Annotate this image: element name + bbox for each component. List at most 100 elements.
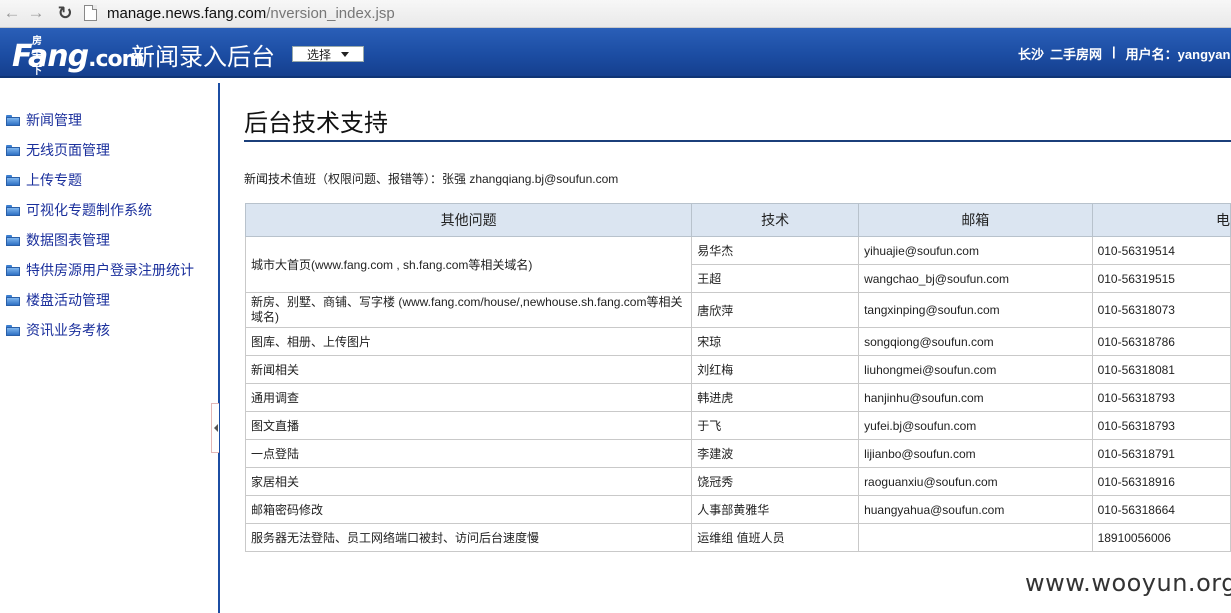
city-link[interactable]: 长沙 <box>1018 44 1044 63</box>
folder-icon <box>6 144 20 156</box>
tech-cell: 运维组 值班人员 <box>691 523 860 552</box>
column-header: 邮箱 <box>858 203 1093 237</box>
table-row: 新房、别墅、商铺、写字楼 (www.fang.com/house/,newhou… <box>244 292 1231 328</box>
sidebar-item-charts[interactable]: 数据图表管理 <box>6 230 110 250</box>
folder-icon <box>6 114 20 126</box>
email-cell: tangxinping@soufun.com <box>858 292 1093 328</box>
chevron-down-icon <box>341 51 349 57</box>
sidebar-item-wireless[interactable]: 无线页面管理 <box>6 140 110 160</box>
email-cell <box>858 523 1093 552</box>
table-row: 图文直播 于飞 yufei.bj@soufun.com 010-56318793 <box>244 411 1231 440</box>
sidebar-item-label: 新闻管理 <box>26 112 82 128</box>
issue-cell: 家居相关 <box>244 467 693 496</box>
duty-contact: 新闻技术值班（权限问题、报错等）：张强 zhangqiang.bj@soufun… <box>244 172 619 186</box>
title-divider <box>244 140 1231 142</box>
user-label: 用户名：yangyan <box>1125 47 1231 62</box>
tech-cell: 人事部黄雅华 <box>691 495 860 524</box>
url-path: /nversion_index.jsp <box>266 4 395 22</box>
folder-icon <box>6 264 20 276</box>
logo-main-text: Fang.com <box>12 39 145 74</box>
folder-icon <box>6 234 20 246</box>
column-header: 其他问题 <box>244 203 693 237</box>
table-header-row: 其他问题 技术 邮箱 电 <box>244 203 1231 237</box>
phone-cell: 010-56319514 <box>1091 236 1231 265</box>
folder-icon <box>6 174 20 186</box>
folder-icon <box>6 324 20 336</box>
sidebar-item-label: 可视化专题制作系统 <box>26 202 152 218</box>
watermark: www.wooyun.org <box>1025 569 1231 597</box>
table-row: 邮箱密码修改 人事部黄雅华 huangyahua@soufun.com 010-… <box>244 495 1231 524</box>
phone-cell: 010-56318791 <box>1091 439 1231 468</box>
page-icon <box>84 5 97 21</box>
sidebar-item-visual-topic[interactable]: 可视化专题制作系统 <box>6 200 152 220</box>
header-user-info: 长沙 二手房网 | 用户名：yangyan <box>1018 44 1230 63</box>
sidebar-item-property-events[interactable]: 楼盘活动管理 <box>6 290 110 310</box>
sidebar-item-label: 无线页面管理 <box>26 142 110 158</box>
issue-cell: 通用调查 <box>244 383 693 412</box>
header-title: 新闻录入后台 <box>131 43 275 71</box>
table-row: 家居相关 饶冠秀 raoguanxiu@soufun.com 010-56318… <box>244 467 1231 496</box>
tech-cell: 饶冠秀 <box>691 467 860 496</box>
phone-cell: 010-56318786 <box>1091 327 1231 356</box>
issue-cell: 图文直播 <box>244 411 693 440</box>
channel-link[interactable]: 二手房网 <box>1050 44 1102 63</box>
email-cell: liuhongmei@soufun.com <box>858 355 1093 384</box>
email-cell: lijianbo@soufun.com <box>858 439 1093 468</box>
tech-cell: 唐欣萍 <box>691 292 860 328</box>
sidebar-item-upload-topic[interactable]: 上传专题 <box>6 170 82 190</box>
email-cell: songqiong@soufun.com <box>858 327 1093 356</box>
table-row: 城市大首页(www.fang.com , sh.fang.com等相关域名) 易… <box>244 236 1231 293</box>
browser-toolbar: ← → ↻ manage.news.fang.com/nversion_inde… <box>0 0 1231 28</box>
phone-cell: 010-56318793 <box>1091 383 1231 412</box>
sidebar-item-assessment[interactable]: 资讯业务考核 <box>6 320 110 340</box>
sidebar-item-label: 资讯业务考核 <box>26 322 110 338</box>
sidebar-item-user-stats[interactable]: 特供房源用户登录注册统计 <box>6 260 194 280</box>
email-cell: yufei.bj@soufun.com <box>858 411 1093 440</box>
select-label: 选择 <box>306 47 331 62</box>
phone-cell: 010-56318073 <box>1091 292 1231 328</box>
tech-cell: 韩进虎 <box>691 383 860 412</box>
sidebar-item-label: 上传专题 <box>26 172 82 188</box>
forward-arrow-icon[interactable]: → <box>26 3 46 23</box>
sidebar-item-news[interactable]: 新闻管理 <box>6 110 82 130</box>
sidebar-item-label: 特供房源用户登录注册统计 <box>26 262 194 278</box>
table-row: 服务器无法登陆、员工网络端口被封、访问后台速度慢 运维组 值班人员 189100… <box>244 523 1231 552</box>
issue-cell: 邮箱密码修改 <box>244 495 693 524</box>
issue-cell: 图库、相册、上传图片 <box>244 327 693 356</box>
address-bar[interactable]: manage.news.fang.com/nversion_index.jsp <box>84 3 395 23</box>
sidebar-item-label: 数据图表管理 <box>26 232 110 248</box>
phone-cell: 010-56318916 <box>1091 467 1231 496</box>
url-host: manage.news.fang.com <box>107 4 267 22</box>
tech-cell: 刘红梅 <box>691 355 860 384</box>
issue-cell: 新房、别墅、商铺、写字楼 (www.fang.com/house/,newhou… <box>244 292 693 328</box>
column-header: 技术 <box>691 203 860 237</box>
issue-cell: 城市大首页(www.fang.com , sh.fang.com等相关域名) <box>244 236 693 293</box>
phone-cell: 18910056006 <box>1091 523 1231 552</box>
tech-cell: 王超 <box>691 264 860 293</box>
tech-cell: 宋琼 <box>691 327 860 356</box>
separator: | <box>1112 44 1116 59</box>
support-table: 其他问题 技术 邮箱 电 城市大首页(www.fang.com , sh.fan… <box>244 203 1231 552</box>
issue-cell: 一点登陆 <box>244 439 693 468</box>
sidebar: 新闻管理 无线页面管理 上传专题 可视化专题制作系统 数据图表管理 特供房源用户… <box>0 78 218 613</box>
site-header: 房天下 Fang.com 新闻录入后台 选择 长沙 二手房网 | 用户名：yan… <box>0 28 1231 78</box>
email-cell: hanjinhu@soufun.com <box>858 383 1093 412</box>
issue-cell: 新闻相关 <box>244 355 693 384</box>
reload-icon[interactable]: ↻ <box>55 3 75 23</box>
issue-cell: 服务器无法登陆、员工网络端口被封、访问后台速度慢 <box>244 523 693 552</box>
select-dropdown[interactable]: 选择 <box>292 46 364 62</box>
email-cell: yihuajie@soufun.com <box>858 236 1093 265</box>
table-row: 通用调查 韩进虎 hanjinhu@soufun.com 010-5631879… <box>244 383 1231 412</box>
tech-cell: 易华杰 <box>691 236 860 265</box>
phone-cell: 010-56318664 <box>1091 495 1231 524</box>
phone-cell: 010-56319515 <box>1091 264 1231 293</box>
table-row: 图库、相册、上传图片 宋琼 songqiong@soufun.com 010-5… <box>244 327 1231 356</box>
sidebar-collapse-handle[interactable] <box>211 403 219 453</box>
email-cell: raoguanxiu@soufun.com <box>858 467 1093 496</box>
tech-cell: 李建波 <box>691 439 860 468</box>
tech-cell: 于飞 <box>691 411 860 440</box>
back-arrow-icon[interactable]: ← <box>2 3 22 23</box>
page-title: 后台技术支持 <box>244 109 388 137</box>
phone-cell: 010-56318793 <box>1091 411 1231 440</box>
chevron-left-icon <box>213 424 218 432</box>
